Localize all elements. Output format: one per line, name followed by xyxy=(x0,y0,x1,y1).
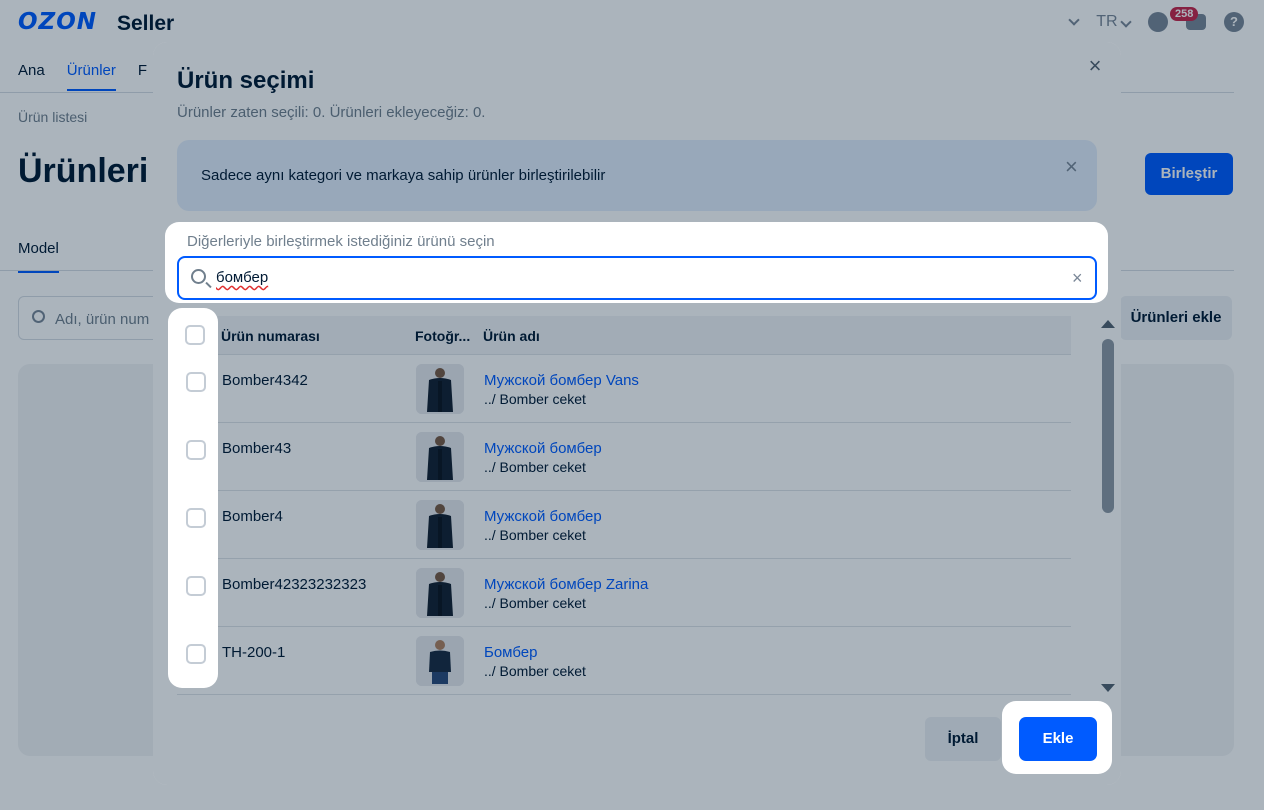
table-row[interactable]: Bomber4 Мужской бомбер ../ Bomber ceket xyxy=(177,491,1071,559)
notice-close-icon[interactable]: × xyxy=(1065,154,1078,180)
product-name-link[interactable]: Бомбер xyxy=(484,644,537,661)
table-row[interactable]: Bomber43 Мужской бомбер ../ Bomber ceket xyxy=(177,423,1071,491)
product-photo xyxy=(416,432,464,482)
product-name-link[interactable]: Мужской бомбер xyxy=(484,440,602,457)
row-checkbox[interactable] xyxy=(186,576,206,596)
add-button[interactable]: Ekle xyxy=(1019,717,1097,761)
product-category: ../ Bomber ceket xyxy=(484,391,586,407)
info-notice: Sadece aynı kategori ve markaya sahip ür… xyxy=(177,140,1097,211)
product-photo xyxy=(416,636,464,686)
checkbox-column-highlight xyxy=(168,308,218,688)
product-category: ../ Bomber ceket xyxy=(484,459,586,475)
search-label: Diğerleriyle birleştirmek istediğiniz ür… xyxy=(187,233,495,250)
row-sku: Bomber42323232323 xyxy=(222,576,367,593)
row-checkbox[interactable] xyxy=(186,372,206,392)
search-icon xyxy=(191,269,206,284)
scroll-up-icon[interactable] xyxy=(1101,320,1115,328)
product-category: ../ Bomber ceket xyxy=(484,663,586,679)
scroll-down-icon[interactable] xyxy=(1101,684,1115,692)
modal-title: Ürün seçimi xyxy=(177,67,315,94)
row-checkbox[interactable] xyxy=(186,440,206,460)
product-name-link[interactable]: Мужской бомбер Zarina xyxy=(484,576,648,593)
product-photo xyxy=(416,364,464,414)
product-name-link[interactable]: Мужской бомбер xyxy=(484,508,602,525)
product-selection-modal: Ürün seçimi Ürünler zaten seçili: 0. Ürü… xyxy=(153,42,1121,785)
table-row[interactable]: Bomber42323232323 Мужской бомбер Zarina … xyxy=(177,559,1071,627)
row-sku: Bomber4 xyxy=(222,508,283,525)
clear-icon[interactable]: × xyxy=(1072,268,1083,289)
notice-text: Sadece aynı kategori ve markaya sahip ür… xyxy=(201,167,606,184)
row-sku: Bomber43 xyxy=(222,440,292,457)
table-row[interactable]: Bomber4342 Мужской бомбер Vans ../ Bombe… xyxy=(177,355,1071,423)
product-photo xyxy=(416,500,464,550)
scrollbar-thumb[interactable] xyxy=(1102,339,1114,513)
row-checkbox[interactable] xyxy=(186,644,206,664)
column-name: Ürün adı xyxy=(483,328,540,344)
column-sku: Ürün numarası xyxy=(221,328,320,344)
product-name-link[interactable]: Мужской бомбер Vans xyxy=(484,372,639,389)
cancel-button[interactable]: İptal xyxy=(925,717,1001,761)
product-photo xyxy=(416,568,464,618)
search-value: бомбер xyxy=(216,269,269,286)
row-sku: Bomber4342 xyxy=(222,372,308,389)
select-all-checkbox-highlighted[interactable] xyxy=(185,325,205,345)
row-sku: TH-200-1 xyxy=(222,644,286,661)
modal-subtitle: Ürünler zaten seçili: 0. Ürünleri ekleye… xyxy=(177,104,486,121)
product-category: ../ Bomber ceket xyxy=(484,527,586,543)
product-category: ../ Bomber ceket xyxy=(484,595,586,611)
product-search-input[interactable]: бомбер × xyxy=(177,256,1097,300)
close-icon[interactable]: × xyxy=(1085,55,1105,77)
table-row[interactable]: TH-200-1 Бомбер ../ Bomber ceket xyxy=(177,627,1071,695)
row-checkbox[interactable] xyxy=(186,508,206,528)
column-photo: Fotoğr... xyxy=(415,328,471,344)
table-header: Ürün numarası Fotoğr... Ürün adı xyxy=(177,316,1071,355)
